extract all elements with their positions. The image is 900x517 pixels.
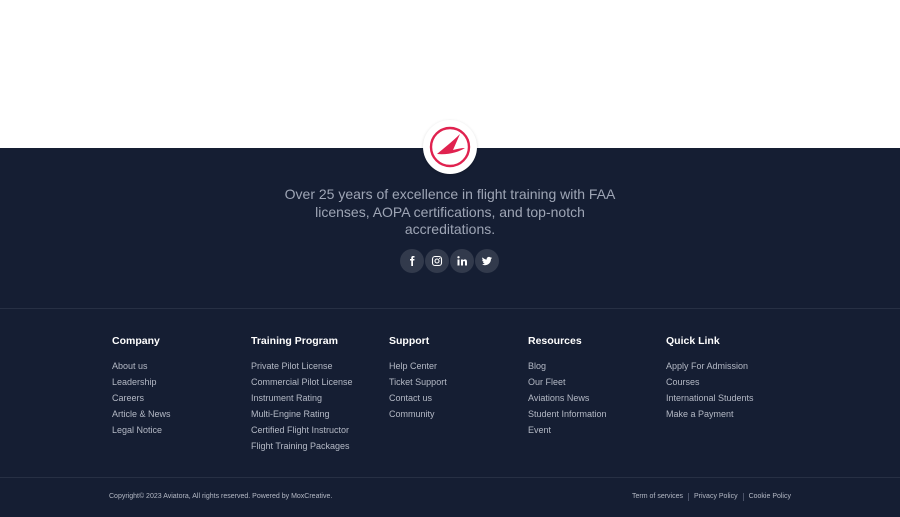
link-flight-training-packages[interactable]: Flight Training Packages — [251, 441, 350, 451]
brand-logo[interactable] — [423, 120, 477, 174]
link-student-information[interactable]: Student Information — [528, 409, 607, 419]
link-make-a-payment[interactable]: Make a Payment — [666, 409, 734, 419]
linkedin-icon — [457, 256, 467, 266]
link-about-us[interactable]: About us — [112, 361, 148, 371]
link-international-students[interactable]: International Students — [666, 393, 754, 403]
instagram-link[interactable] — [425, 249, 449, 273]
facebook-link[interactable] — [400, 249, 424, 273]
link-article-news[interactable]: Article & News — [112, 409, 171, 419]
column-title: Quick Link — [666, 335, 720, 347]
instagram-icon — [431, 255, 443, 267]
link-certified-flight-instructor[interactable]: Certified Flight Instructor — [251, 425, 349, 435]
twitter-icon — [481, 256, 492, 266]
link-cookie-policy[interactable]: Cookie Policy — [749, 491, 791, 503]
linkedin-link[interactable] — [450, 249, 474, 273]
link-courses[interactable]: Courses — [666, 377, 700, 387]
column-title: Company — [112, 335, 160, 347]
aviatora-logo-icon — [429, 126, 471, 168]
link-help-center[interactable]: Help Center — [389, 361, 437, 371]
copyright-text: Copyright© 2023 Aviatora, All rights res… — [109, 493, 333, 500]
link-apply-for-admission[interactable]: Apply For Admission — [666, 361, 748, 371]
footer-divider-top — [0, 308, 900, 309]
link-community[interactable]: Community — [389, 409, 435, 419]
link-instrument-rating[interactable]: Instrument Rating — [251, 393, 322, 403]
link-ticket-support[interactable]: Ticket Support — [389, 377, 447, 387]
facebook-icon — [410, 256, 415, 266]
footer-tagline: Over 25 years of excellence in flight tr… — [284, 186, 616, 237]
link-legal-notice[interactable]: Legal Notice — [112, 425, 162, 435]
legal-separator — [742, 493, 744, 501]
footer-column-support: Support Help Center Ticket Support Conta… — [389, 334, 447, 421]
twitter-link[interactable] — [475, 249, 499, 273]
link-contact-us[interactable]: Contact us — [389, 393, 432, 403]
link-our-fleet[interactable]: Our Fleet — [528, 377, 566, 387]
column-title: Training Program — [251, 335, 338, 347]
footer-column-resources: Resources Blog Our Fleet Aviations News … — [528, 334, 607, 437]
footer-column-company: Company About us Leadership Careers Arti… — [112, 334, 171, 437]
legal-links: Term of services Privacy Policy Cookie P… — [632, 491, 791, 503]
column-title: Resources — [528, 335, 582, 347]
link-event[interactable]: Event — [528, 425, 551, 435]
footer-column-quick-link: Quick Link Apply For Admission Courses I… — [666, 334, 754, 421]
link-blog[interactable]: Blog — [528, 361, 546, 371]
legal-separator — [688, 493, 689, 501]
link-leadership[interactable]: Leadership — [112, 377, 157, 387]
footer-column-training-program: Training Program Private Pilot License C… — [251, 334, 353, 453]
link-term-of-services[interactable]: Term of services — [632, 491, 683, 503]
link-private-pilot-license[interactable]: Private Pilot License — [251, 361, 333, 371]
link-privacy-policy[interactable]: Privacy Policy — [694, 491, 738, 503]
link-aviations-news[interactable]: Aviations News — [528, 393, 589, 403]
social-links — [400, 249, 499, 273]
column-title: Support — [389, 335, 430, 347]
link-careers[interactable]: Careers — [112, 393, 144, 403]
link-commercial-pilot-license[interactable]: Commercial Pilot License — [251, 377, 353, 387]
footer-divider-bottom — [0, 477, 900, 478]
link-multi-engine-rating[interactable]: Multi-Engine Rating — [251, 409, 330, 419]
